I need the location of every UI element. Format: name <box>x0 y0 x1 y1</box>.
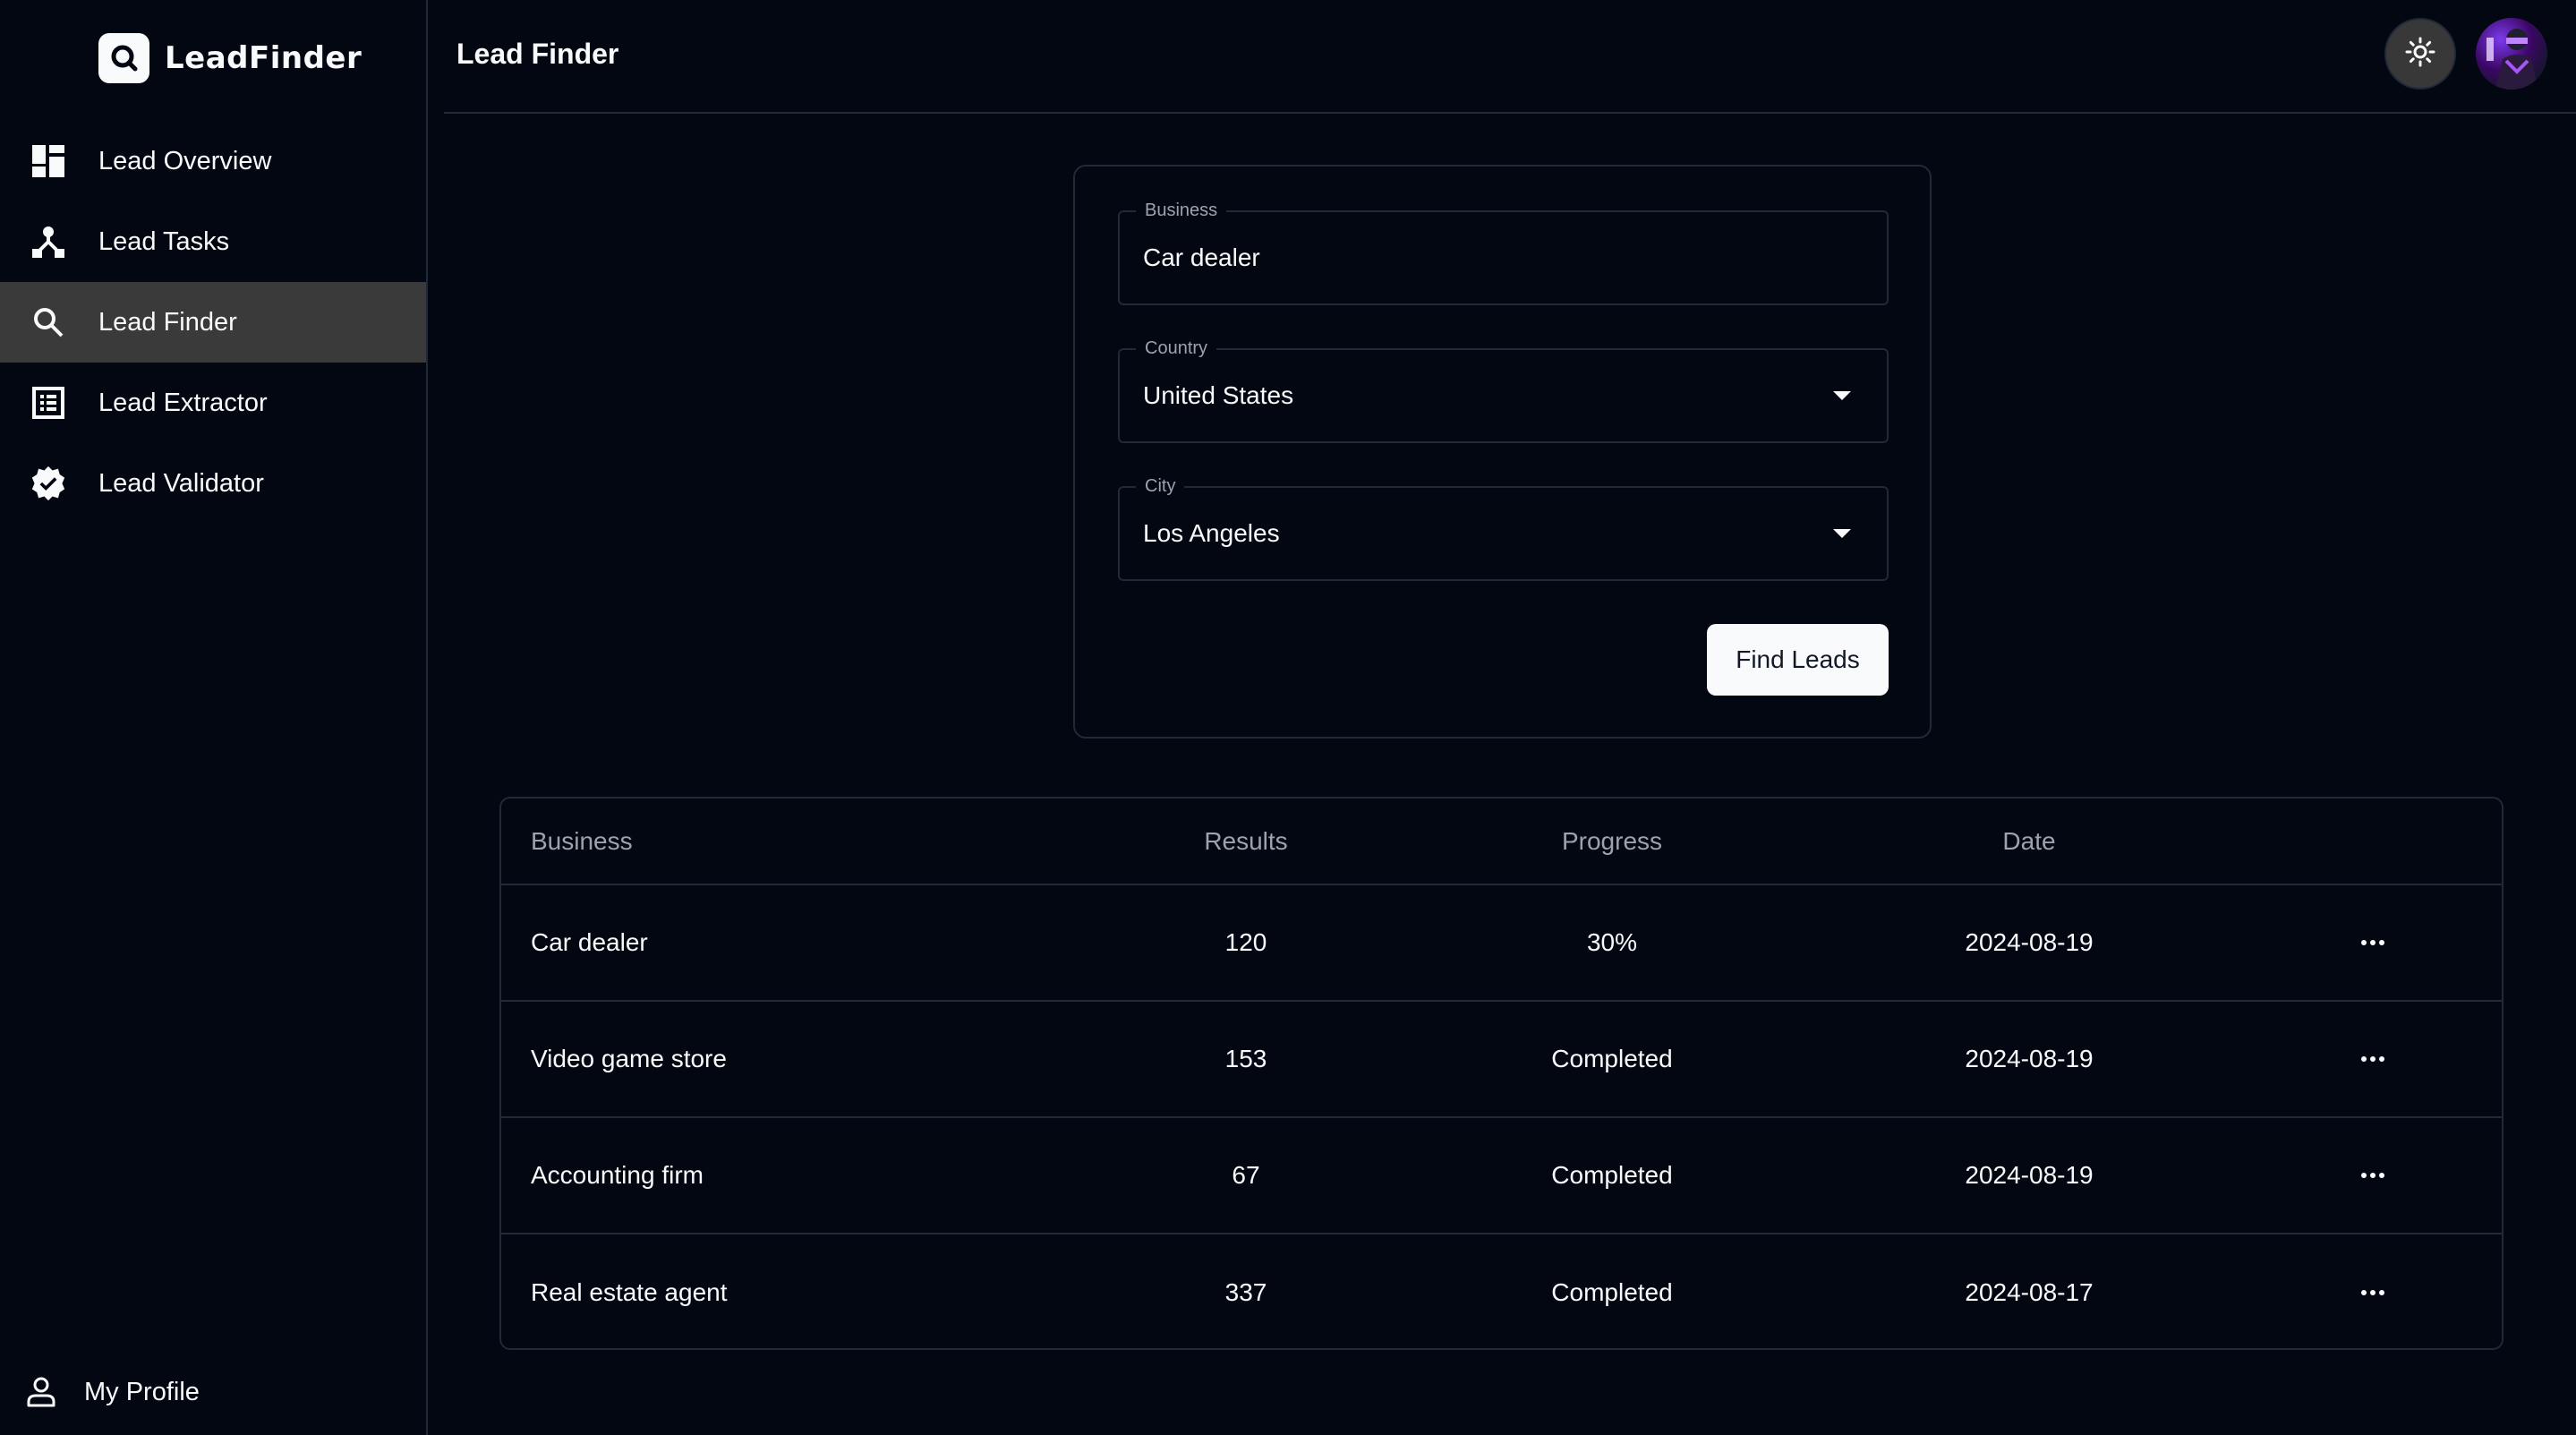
logo-search-icon <box>98 33 149 83</box>
more-horizontal-icon <box>2370 1056 2376 1062</box>
sidebar-item-label: Lead Extractor <box>98 388 268 417</box>
business-label: Business <box>1136 199 1227 222</box>
city-label: City <box>1136 474 1185 498</box>
user-avatar[interactable] <box>2476 18 2547 90</box>
cell-results: 120 <box>1224 928 1267 956</box>
chevron-down-icon <box>1833 391 1851 400</box>
sidebar-item-label: Lead Validator <box>98 468 264 498</box>
sidebar-item-lead-finder[interactable]: Lead Finder <box>0 282 426 363</box>
more-options-button[interactable] <box>2351 1279 2394 1306</box>
column-header-results[interactable]: Results <box>1204 827 1287 856</box>
table-row[interactable]: Video game store 153 Completed 2024-08-1… <box>501 1002 2502 1118</box>
more-options-button[interactable] <box>2351 929 2394 956</box>
sun-icon <box>2405 37 2435 72</box>
column-header-business[interactable]: Business <box>531 827 633 856</box>
cell-results: 67 <box>1232 1161 1260 1189</box>
cell-progress: Completed <box>1551 1161 1673 1189</box>
country-value: United States <box>1143 381 1294 409</box>
cell-business: Real estate agent <box>531 1278 728 1306</box>
country-label: Country <box>1136 337 1217 360</box>
list-icon <box>30 385 66 421</box>
city-value: Los Angeles <box>1143 519 1280 547</box>
more-horizontal-icon <box>2379 1290 2384 1295</box>
more-horizontal-icon <box>2379 1056 2384 1062</box>
cell-results: 153 <box>1224 1045 1267 1072</box>
more-horizontal-icon <box>2370 1290 2376 1295</box>
sidebar-item-label: Lead Finder <box>98 307 237 337</box>
cell-date: 2024-08-19 <box>1965 1161 2094 1189</box>
dashboard-icon <box>30 143 66 179</box>
table-header: Business Results Progress Date <box>501 799 2502 885</box>
brand-name: LeadFinder <box>165 40 363 76</box>
cell-progress: Completed <box>1551 1278 1673 1306</box>
sidebar-item-label: Lead Tasks <box>98 226 230 256</box>
table-row[interactable]: Car dealer 120 30% 2024-08-19 <box>501 885 2502 1002</box>
table-row[interactable]: Real estate agent 337 Completed 2024-08-… <box>501 1234 2502 1348</box>
sidebar-item-lead-overview[interactable]: Lead Overview <box>0 121 426 201</box>
more-horizontal-icon <box>2370 1173 2376 1178</box>
more-horizontal-icon <box>2361 1290 2367 1295</box>
chevron-down-icon <box>1833 529 1851 538</box>
cell-date: 2024-08-19 <box>1965 928 2094 956</box>
more-options-button[interactable] <box>2351 1162 2394 1189</box>
leads-table: Business Results Progress Date Car deale… <box>499 797 2503 1350</box>
cell-progress: Completed <box>1551 1045 1673 1072</box>
app: LeadFinder Lead Overview Lead Tasks Lead… <box>0 0 2576 1435</box>
theme-toggle-button[interactable] <box>2384 18 2456 90</box>
header-divider <box>444 112 2576 114</box>
more-horizontal-icon <box>2379 940 2384 945</box>
more-horizontal-icon <box>2361 1173 2367 1178</box>
city-select[interactable]: City Los Angeles <box>1118 474 1889 581</box>
cell-results: 337 <box>1224 1278 1267 1306</box>
sidebar-item-lead-tasks[interactable]: Lead Tasks <box>0 201 426 282</box>
cell-progress: 30% <box>1586 928 1638 956</box>
sidebar-item-my-profile[interactable]: My Profile <box>0 1352 426 1432</box>
business-input[interactable]: Business Car dealer <box>1118 199 1889 305</box>
cell-date: 2024-08-19 <box>1965 1045 2094 1072</box>
sidebar-item-label: Lead Overview <box>98 146 272 175</box>
sidebar: LeadFinder Lead Overview Lead Tasks Lead… <box>0 0 428 1435</box>
find-leads-button[interactable]: Find Leads <box>1707 624 1889 696</box>
column-header-date[interactable]: Date <box>2002 827 2055 856</box>
logo[interactable]: LeadFinder <box>98 33 362 83</box>
cell-business: Accounting firm <box>531 1161 704 1189</box>
more-horizontal-icon <box>2370 940 2376 945</box>
my-profile-label: My Profile <box>84 1377 200 1406</box>
more-options-button[interactable] <box>2351 1046 2394 1072</box>
search-icon <box>30 304 66 340</box>
business-value: Car dealer <box>1143 243 1260 271</box>
cell-business: Video game store <box>531 1045 727 1072</box>
verified-badge-icon <box>30 466 66 501</box>
sidebar-nav: Lead Overview Lead Tasks Lead Finder Lea… <box>0 121 426 524</box>
user-icon <box>25 1376 57 1408</box>
table-row[interactable]: Accounting firm 67 Completed 2024-08-19 <box>501 1118 2502 1234</box>
more-horizontal-icon <box>2379 1173 2384 1178</box>
cell-date: 2024-08-17 <box>1965 1278 2094 1306</box>
top-header: Lead Finder <box>428 0 2576 114</box>
country-select[interactable]: Country United States <box>1118 337 1889 443</box>
lead-search-form: Business Car dealer Country United State… <box>1073 165 1932 739</box>
column-header-progress[interactable]: Progress <box>1562 827 1662 856</box>
cell-business: Car dealer <box>531 928 648 956</box>
sidebar-item-lead-validator[interactable]: Lead Validator <box>0 443 426 524</box>
more-horizontal-icon <box>2361 940 2367 945</box>
hierarchy-icon <box>30 224 66 260</box>
sidebar-item-lead-extractor[interactable]: Lead Extractor <box>0 363 426 443</box>
page-title: Lead Finder <box>456 38 619 70</box>
more-horizontal-icon <box>2361 1056 2367 1062</box>
